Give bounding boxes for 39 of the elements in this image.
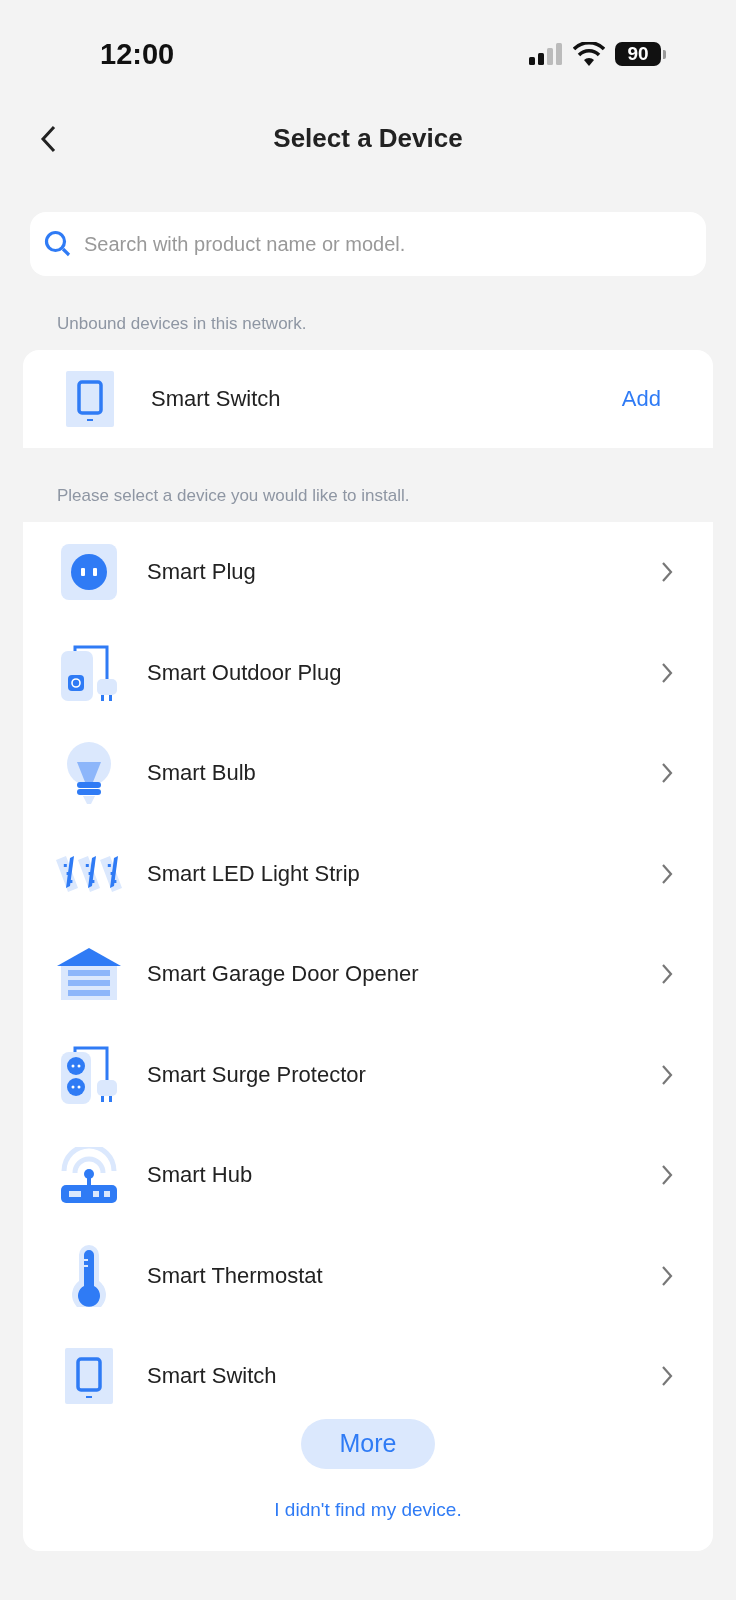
chevron-icon (661, 862, 673, 885)
device-name[interactable]: Smart Hub (147, 1162, 661, 1189)
outlet-icon (61, 544, 117, 601)
thermometer-icon (71, 1244, 107, 1307)
device-name[interactable]: Smart Switch (147, 1363, 661, 1390)
search-field[interactable]: Search with product name or model. (30, 212, 706, 276)
chevron-icon (661, 561, 673, 584)
device-name[interactable]: Smart LED Light Strip (147, 860, 661, 887)
chevron-icon (661, 1264, 673, 1287)
device-name[interactable]: Smart Outdoor Plug (147, 659, 661, 686)
chevron-icon (661, 963, 673, 986)
led-strip-icon (56, 855, 122, 892)
chevron-icon (661, 1164, 673, 1187)
add-button[interactable]: Add (621, 386, 661, 412)
chevron-icon (661, 1063, 673, 1086)
phone-icon (65, 1348, 113, 1405)
device-name[interactable]: Smart Garage Door Opener (147, 961, 661, 988)
back-icon[interactable] (40, 125, 56, 153)
plug-icon (61, 644, 117, 701)
device-name: Smart Switch (151, 386, 282, 412)
garage-icon (57, 948, 121, 1001)
signal-icon (529, 43, 563, 65)
section-label: Please select a device you would like to install. (56, 486, 411, 507)
chevron-icon (661, 1365, 673, 1388)
device-name[interactable]: Smart Bulb (147, 760, 661, 787)
not-found-link[interactable]: I didn't find my device. (274, 1498, 462, 1521)
section-label: Unbound devices in this network. (56, 314, 308, 335)
device-name[interactable]: Smart Thermostat (147, 1262, 661, 1289)
device-name[interactable]: Smart Surge Protector (147, 1061, 661, 1088)
wifi-icon (573, 42, 605, 66)
status-time: 12:00 (100, 37, 175, 71)
router-icon (61, 1147, 117, 1204)
power-strip-icon (61, 1045, 117, 1104)
battery-indicator: 90 (615, 42, 661, 66)
chevron-icon (661, 661, 673, 684)
chevron-icon (661, 762, 673, 785)
device-name[interactable]: Smart Plug (147, 559, 661, 586)
page-title: Select a Device (273, 122, 463, 154)
phone-icon (66, 371, 114, 427)
